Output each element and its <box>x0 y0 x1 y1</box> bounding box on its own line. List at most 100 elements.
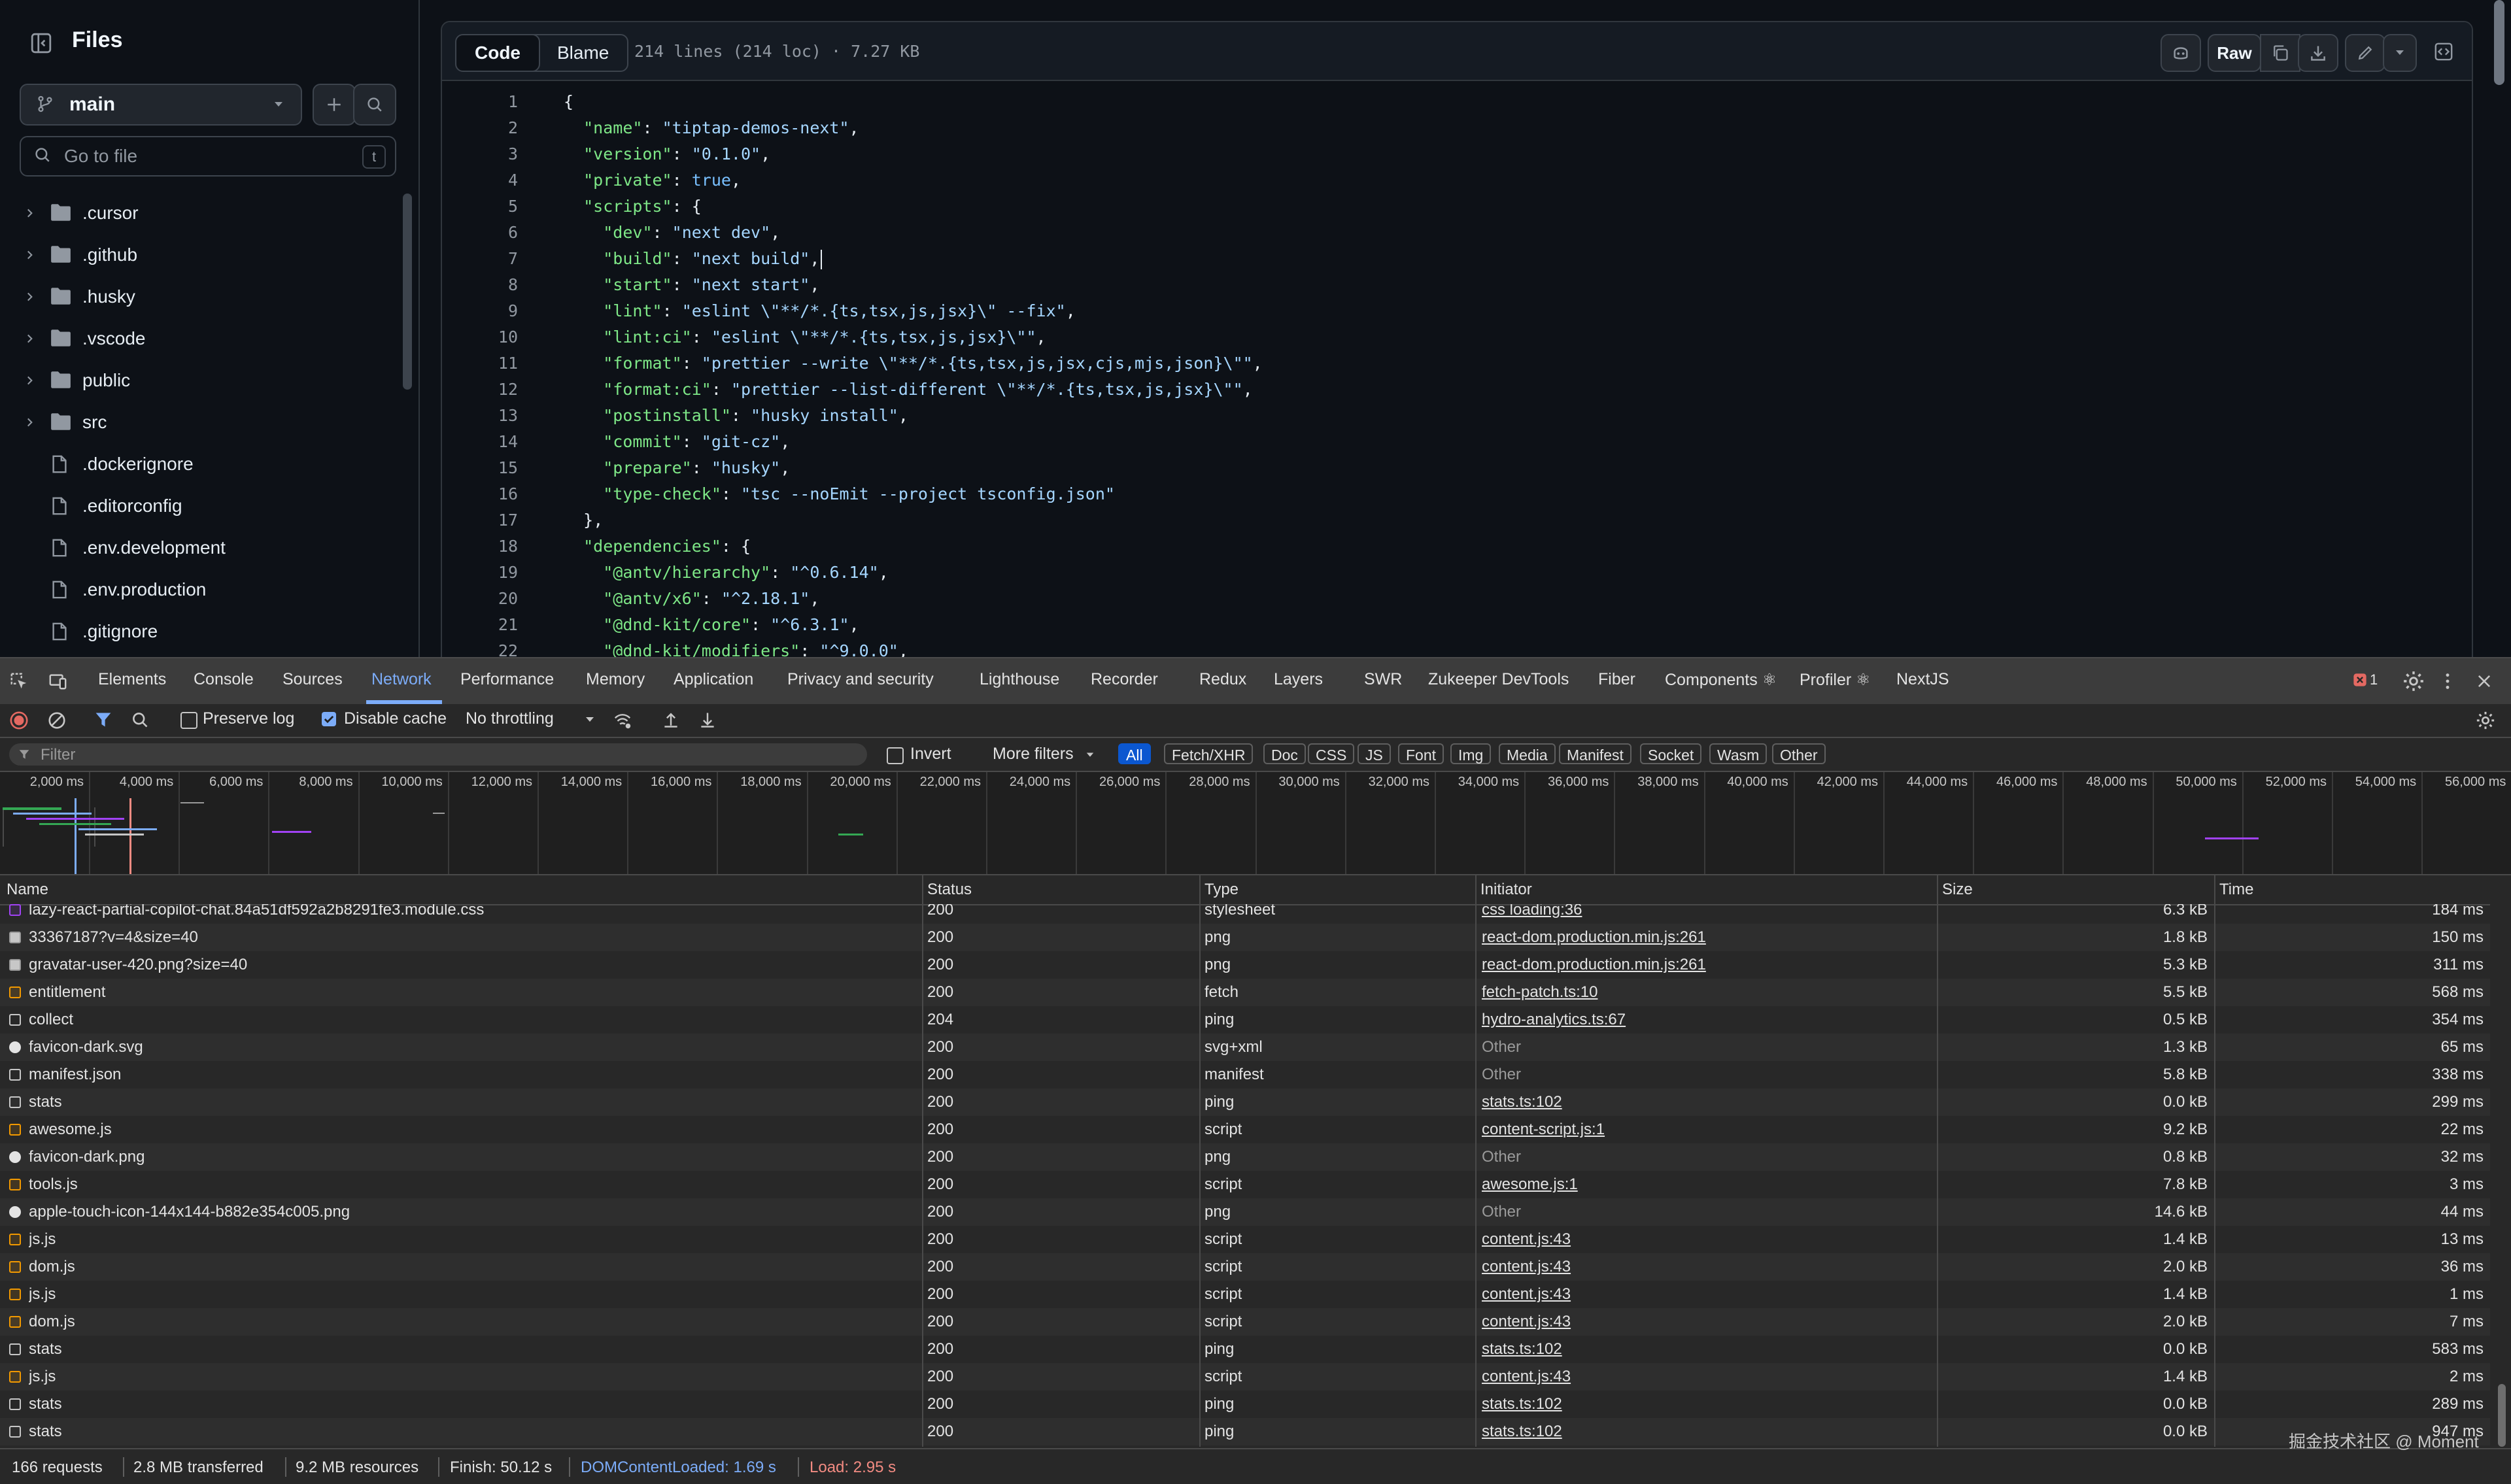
devtools-tab[interactable]: Zukeeper DevTools <box>1428 670 1569 689</box>
column-header-initiator[interactable]: Initiator <box>1480 881 1532 899</box>
record-stop-icon[interactable] <box>9 711 29 730</box>
filter-chip[interactable]: Font <box>1398 743 1444 764</box>
copy-raw-button[interactable] <box>2260 34 2300 72</box>
tree-item[interactable]: .env.production <box>0 569 392 611</box>
filter-chip[interactable]: Img <box>1450 743 1492 764</box>
add-file-button[interactable] <box>313 84 356 126</box>
request-initiator[interactable]: content.js:43 <box>1482 1253 1926 1281</box>
filter-chip[interactable]: Other <box>1772 743 1826 764</box>
request-initiator[interactable]: fetch-patch.ts:10 <box>1482 979 1926 1006</box>
devtools-tab[interactable]: Redux <box>1199 670 1246 689</box>
request-initiator[interactable]: stats.ts:102 <box>1482 1336 1926 1363</box>
table-row[interactable]: entitlement 200 fetch fetch-patch.ts:10 5.5 … <box>0 979 2490 1006</box>
network-overview-timeline[interactable]: 2,000 ms 4,000 ms 6,000 ms 8,000 ms 10,000 m… <box>0 772 2511 875</box>
tree-item[interactable]: .github <box>0 234 392 276</box>
devtools-tab[interactable]: Recorder <box>1091 670 1158 689</box>
code-scrollbar[interactable] <box>2494 0 2504 85</box>
request-initiator[interactable]: content.js:43 <box>1482 1363 1926 1391</box>
throttling-select[interactable]: No throttling <box>466 709 554 728</box>
symbols-panel-button[interactable] <box>2425 34 2463 69</box>
clear-icon[interactable] <box>47 711 67 730</box>
tree-item[interactable]: .editorconfig <box>0 485 392 527</box>
column-header-type[interactable]: Type <box>1204 881 1238 899</box>
filter-chip[interactable]: Socket <box>1640 743 1702 764</box>
devtools-tab[interactable]: Fiber <box>1598 670 1635 689</box>
devtools-tab[interactable]: Components ⚛ <box>1665 670 1777 690</box>
go-to-file-input[interactable]: Go to file t <box>20 136 396 177</box>
table-row[interactable]: js.js 200 script content.js:43 1.4 kB 13 ms <box>0 1226 2490 1253</box>
column-divider[interactable] <box>1199 875 1201 1447</box>
search-code-button[interactable] <box>353 84 396 126</box>
request-initiator[interactable]: react-dom.production.min.js:261 <box>1482 951 1926 979</box>
devtools-tab[interactable]: Performance <box>460 670 554 689</box>
table-row[interactable]: stats 200 ping stats.ts:102 0.0 kB 583 ms <box>0 1336 2490 1363</box>
column-divider[interactable] <box>1937 875 1938 1447</box>
request-initiator[interactable]: awesome.js:1 <box>1482 1171 1926 1198</box>
more-options-icon[interactable] <box>2438 671 2457 691</box>
filter-chip[interactable]: Wasm <box>1709 743 1768 764</box>
table-row[interactable]: stats 200 ping stats.ts:102 0.0 kB 289 ms <box>0 1391 2490 1418</box>
table-row[interactable]: apple-touch-icon-144x144-b882e354c005.pn… <box>0 1198 2490 1226</box>
edit-file-button[interactable] <box>2345 34 2385 72</box>
request-initiator[interactable]: stats.ts:102 <box>1482 1088 1926 1116</box>
filter-chip[interactable]: Media <box>1499 743 1556 764</box>
column-header-status[interactable]: Status <box>927 881 972 899</box>
network-conditions-icon[interactable] <box>612 711 633 730</box>
table-row[interactable]: awesome.js 200 script content-script.js:1 9.… <box>0 1116 2490 1143</box>
request-initiator[interactable]: content-script.js:1 <box>1482 1116 1926 1143</box>
devtools-tab[interactable]: Elements <box>98 670 166 689</box>
table-row[interactable]: stats 200 ping stats.ts:102 0.0 kB 299 ms <box>0 1088 2490 1116</box>
devtools-tab[interactable]: Application <box>674 670 753 689</box>
devtools-tab[interactable]: Sources <box>282 670 343 689</box>
edit-options-button[interactable] <box>2383 34 2417 72</box>
table-row[interactable]: manifest.json 200 manifest Other 5.8 kB 338 m… <box>0 1061 2490 1088</box>
devtools-tab[interactable]: NextJS <box>1896 670 1949 689</box>
request-initiator[interactable]: content.js:43 <box>1482 1226 1926 1253</box>
tree-item[interactable]: .vscode <box>0 318 392 360</box>
table-row[interactable]: favicon-dark.svg 200 svg+xml Other 1.3 kB 65 … <box>0 1034 2490 1061</box>
request-initiator[interactable]: content.js:43 <box>1482 1281 1926 1308</box>
table-row[interactable]: stats 200 ping stats.ts:102 0.0 kB 947 ms <box>0 1418 2490 1445</box>
close-icon[interactable] <box>2476 673 2493 690</box>
preserve-log-checkbox[interactable] <box>180 712 197 729</box>
request-initiator[interactable]: stats.ts:102 <box>1482 1391 1926 1418</box>
filter-chip[interactable]: Doc <box>1263 743 1306 764</box>
request-initiator[interactable]: react-dom.production.min.js:261 <box>1482 924 1926 951</box>
filter-icon[interactable] <box>94 711 112 729</box>
table-row[interactable]: favicon-dark.png 200 png Other 0.8 kB 32 ms <box>0 1143 2490 1171</box>
table-row[interactable]: lazy-react-partial-copilot-chat.84a51df5… <box>0 904 2490 924</box>
table-row[interactable]: gravatar-user-420.png?size=40 200 png react… <box>0 951 2490 979</box>
filter-chip[interactable]: Fetch/XHR <box>1164 743 1254 764</box>
copilot-button[interactable] <box>2161 34 2201 72</box>
request-initiator[interactable]: stats.ts:102 <box>1482 1418 1926 1445</box>
column-header-name[interactable]: Name <box>7 881 48 899</box>
devtools-tab[interactable]: SWR <box>1364 670 1402 689</box>
search-icon[interactable] <box>131 711 149 729</box>
request-initiator[interactable]: css loading:36 <box>1482 904 1926 924</box>
network-settings-icon[interactable] <box>2476 711 2495 730</box>
devtools-tab[interactable]: Lighthouse <box>980 670 1059 689</box>
column-divider[interactable] <box>2214 875 2215 1447</box>
export-har-icon[interactable] <box>698 711 717 729</box>
column-header-size[interactable]: Size <box>1942 881 1973 899</box>
table-row[interactable]: tools.js 200 script awesome.js:1 7.8 kB 3 ms <box>0 1171 2490 1198</box>
tree-item[interactable]: src <box>0 401 392 443</box>
devtools-tab[interactable]: Profiler ⚛ <box>1800 670 1871 690</box>
import-har-icon[interactable] <box>662 711 680 729</box>
tree-item[interactable]: .gitignore <box>0 611 392 652</box>
table-row[interactable]: dom.js 200 script content.js:43 2.0 kB 36 ms <box>0 1253 2490 1281</box>
table-row[interactable]: js.js 200 script content.js:43 1.4 kB 1 ms <box>0 1281 2490 1308</box>
devtools-tab[interactable]: Network <box>371 670 432 689</box>
filter-chip[interactable]: Manifest <box>1559 743 1631 764</box>
filter-chip[interactable]: CSS <box>1308 743 1355 764</box>
table-row[interactable]: js.js 200 script content.js:43 1.4 kB 2 ms <box>0 1363 2490 1391</box>
table-row[interactable]: dom.js 200 script content.js:43 2.0 kB 7 ms <box>0 1308 2490 1336</box>
devtools-tab[interactable]: Console <box>194 670 254 689</box>
column-divider[interactable] <box>922 875 923 1447</box>
table-row[interactable]: collect 204 ping hydro-analytics.ts:67 0.5 k… <box>0 1006 2490 1034</box>
table-scrollbar-thumb[interactable] <box>2498 1384 2506 1447</box>
column-divider[interactable] <box>1475 875 1477 1447</box>
devtools-tab[interactable]: Privacy and security <box>787 670 934 689</box>
branch-selector[interactable]: main <box>20 84 302 126</box>
table-row[interactable]: 33367187?v=4&size=40 200 png react-dom.prod… <box>0 924 2490 951</box>
